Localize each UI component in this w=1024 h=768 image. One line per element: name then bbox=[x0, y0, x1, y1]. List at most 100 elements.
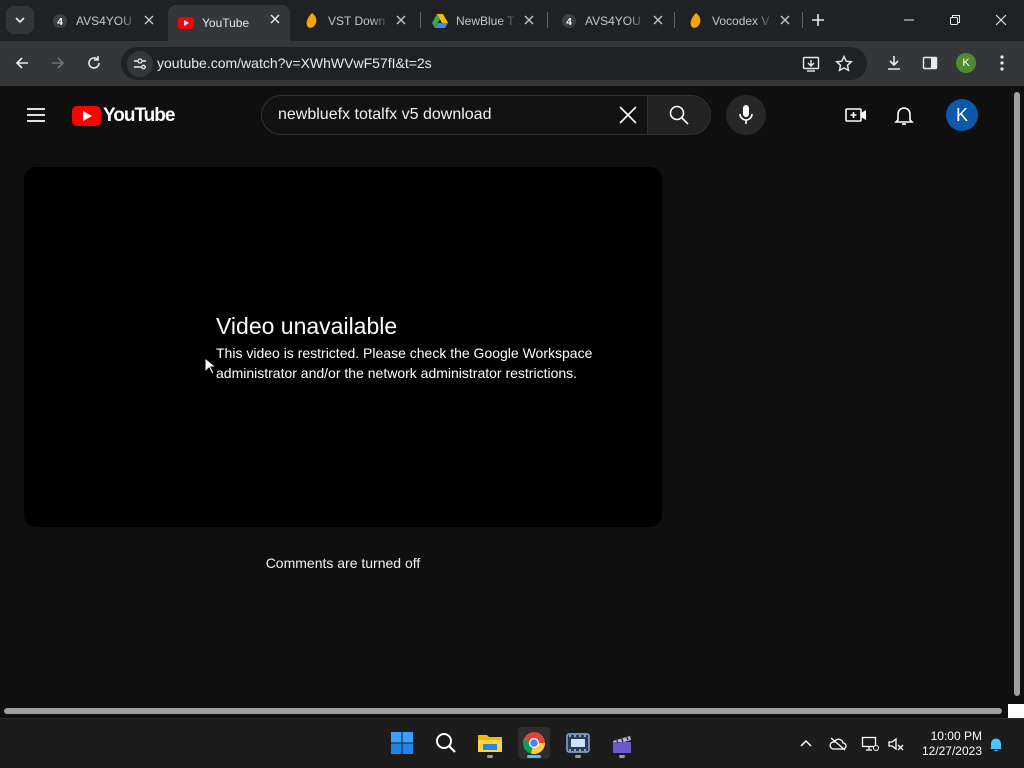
taskbar-search-button[interactable] bbox=[430, 727, 462, 759]
install-icon bbox=[802, 56, 820, 72]
plus-icon[interactable] bbox=[808, 10, 828, 30]
guide-menu-button[interactable] bbox=[24, 103, 48, 127]
close-icon[interactable] bbox=[142, 13, 156, 27]
account-avatar[interactable]: K bbox=[946, 99, 978, 131]
tab-strip: 4 AVS4YOU YouTube VST Down NewBlue T 4 A… bbox=[0, 0, 1024, 41]
tab-avs4you-2[interactable]: 4 AVS4YOU bbox=[551, 6, 673, 35]
tab-newblue[interactable]: NewBlue T bbox=[422, 6, 544, 35]
scrollbar-corner bbox=[1008, 704, 1024, 718]
error-message: This video is restricted. Please check t… bbox=[216, 345, 593, 381]
search-button[interactable] bbox=[647, 95, 711, 135]
onedrive-tray-button[interactable] bbox=[829, 735, 847, 753]
running-indicator bbox=[619, 755, 625, 758]
search-icon bbox=[436, 733, 456, 753]
chrome-icon bbox=[522, 732, 545, 755]
download-icon bbox=[888, 56, 900, 70]
tab-separator bbox=[674, 12, 675, 28]
tab-separator bbox=[420, 12, 421, 28]
tab-title: Vocodex V bbox=[712, 13, 770, 28]
horizontal-scrollbar[interactable] bbox=[0, 704, 1008, 718]
side-panel-button[interactable] bbox=[920, 53, 940, 73]
screen: 4 AVS4YOU YouTube VST Down NewBlue T 4 A… bbox=[0, 0, 1024, 768]
restore-icon bbox=[950, 15, 960, 25]
close-icon[interactable] bbox=[651, 13, 665, 27]
chevron-down-icon bbox=[15, 17, 25, 24]
network-icon bbox=[861, 736, 879, 751]
reload-icon bbox=[88, 56, 100, 69]
close-icon[interactable] bbox=[394, 13, 408, 27]
video-editor-button[interactable] bbox=[562, 727, 594, 759]
close-icon[interactable] bbox=[268, 12, 282, 26]
file-explorer-button[interactable] bbox=[474, 727, 506, 759]
tab-youtube[interactable]: YouTube bbox=[168, 5, 290, 41]
hamburger-icon bbox=[27, 108, 45, 122]
tab-separator bbox=[547, 12, 548, 28]
tune-icon bbox=[134, 58, 146, 70]
tab-vocodex[interactable]: Vocodex V bbox=[678, 6, 800, 35]
address-bar[interactable]: youtube.com/watch?v=XWhWVwF57fI&t=2s bbox=[121, 47, 867, 80]
create-button[interactable] bbox=[844, 103, 868, 127]
profile-avatar[interactable]: K bbox=[956, 53, 976, 73]
microphone-icon bbox=[739, 105, 753, 124]
chrome-menu-button[interactable] bbox=[992, 53, 1012, 73]
cloud-off-icon bbox=[829, 737, 847, 751]
more-vertical-icon bbox=[1000, 55, 1004, 71]
active-indicator bbox=[527, 755, 541, 758]
youtube-play-icon bbox=[72, 106, 101, 126]
show-hidden-icons-button[interactable] bbox=[797, 735, 815, 753]
search-input[interactable]: newbluefx totalfx v5 download bbox=[261, 95, 647, 135]
speaker-muted-icon bbox=[888, 737, 904, 751]
mouse-cursor-icon bbox=[204, 357, 216, 375]
notifications-button[interactable] bbox=[892, 103, 916, 127]
side-panel-icon bbox=[922, 56, 938, 70]
bell-icon bbox=[894, 107, 914, 125]
install-app-button[interactable] bbox=[801, 54, 821, 74]
volume-tray-button[interactable] bbox=[887, 735, 905, 753]
comments-status: Comments are turned off bbox=[265, 555, 421, 571]
close-icon[interactable] bbox=[778, 13, 792, 27]
bookmark-button[interactable] bbox=[834, 54, 854, 74]
minimize-button[interactable] bbox=[886, 0, 932, 40]
scrollbar-thumb[interactable] bbox=[1014, 92, 1020, 696]
close-icon[interactable] bbox=[522, 13, 536, 27]
close-icon[interactable] bbox=[617, 104, 639, 126]
youtube-page: YouTube newbluefx totalfx v5 download K … bbox=[0, 86, 1012, 704]
site-info-button[interactable] bbox=[127, 51, 153, 77]
url-text: youtube.com/watch?v=XWhWVwF57fI&t=2s bbox=[157, 55, 432, 71]
browser-toolbar: youtube.com/watch?v=XWhWVwF57fI&t=2s bbox=[0, 41, 1024, 86]
tab-title: NewBlue T bbox=[456, 13, 515, 28]
voice-search-button[interactable] bbox=[726, 95, 766, 135]
restore-button[interactable] bbox=[932, 0, 978, 40]
video-player[interactable]: Video unavailable This video is restrict… bbox=[24, 167, 662, 527]
running-indicator bbox=[575, 755, 581, 758]
clapperboard-icon bbox=[613, 734, 631, 753]
tab-separator bbox=[802, 12, 803, 28]
tab-title: VST Down bbox=[328, 13, 386, 28]
taskbar-clock[interactable]: 10:00 PM 12/27/2023 bbox=[912, 729, 982, 759]
tab-title: YouTube bbox=[202, 16, 250, 30]
error-title: Video unavailable bbox=[216, 313, 398, 339]
youtube-logo[interactable]: YouTube bbox=[72, 105, 175, 127]
tab-search-button[interactable] bbox=[6, 6, 34, 34]
clapperboard-app-button[interactable] bbox=[606, 727, 638, 759]
youtube-icon bbox=[178, 15, 194, 31]
chrome-button[interactable] bbox=[518, 727, 550, 759]
video-add-icon bbox=[845, 108, 866, 122]
forward-button[interactable] bbox=[48, 53, 68, 73]
reload-button[interactable] bbox=[84, 53, 104, 73]
notifications-tray-button[interactable] bbox=[987, 735, 1005, 753]
vertical-scrollbar[interactable] bbox=[1012, 86, 1024, 704]
avs4you-icon: 4 bbox=[52, 13, 68, 29]
downloads-button[interactable] bbox=[884, 53, 904, 73]
tab-vst-download[interactable]: VST Down bbox=[294, 6, 416, 35]
start-button[interactable] bbox=[386, 727, 418, 759]
tab-avs4you-1[interactable]: 4 AVS4YOU bbox=[42, 6, 164, 35]
back-button[interactable] bbox=[12, 53, 32, 73]
close-window-button[interactable] bbox=[978, 0, 1024, 40]
network-tray-button[interactable] bbox=[861, 735, 879, 753]
fl-studio-icon bbox=[304, 12, 320, 29]
taskbar: 10:00 PM 12/27/2023 bbox=[0, 718, 1024, 768]
scrollbar-thumb[interactable] bbox=[4, 708, 1002, 714]
logo-text: YouTube bbox=[103, 105, 175, 126]
arrow-right-icon bbox=[52, 57, 65, 69]
